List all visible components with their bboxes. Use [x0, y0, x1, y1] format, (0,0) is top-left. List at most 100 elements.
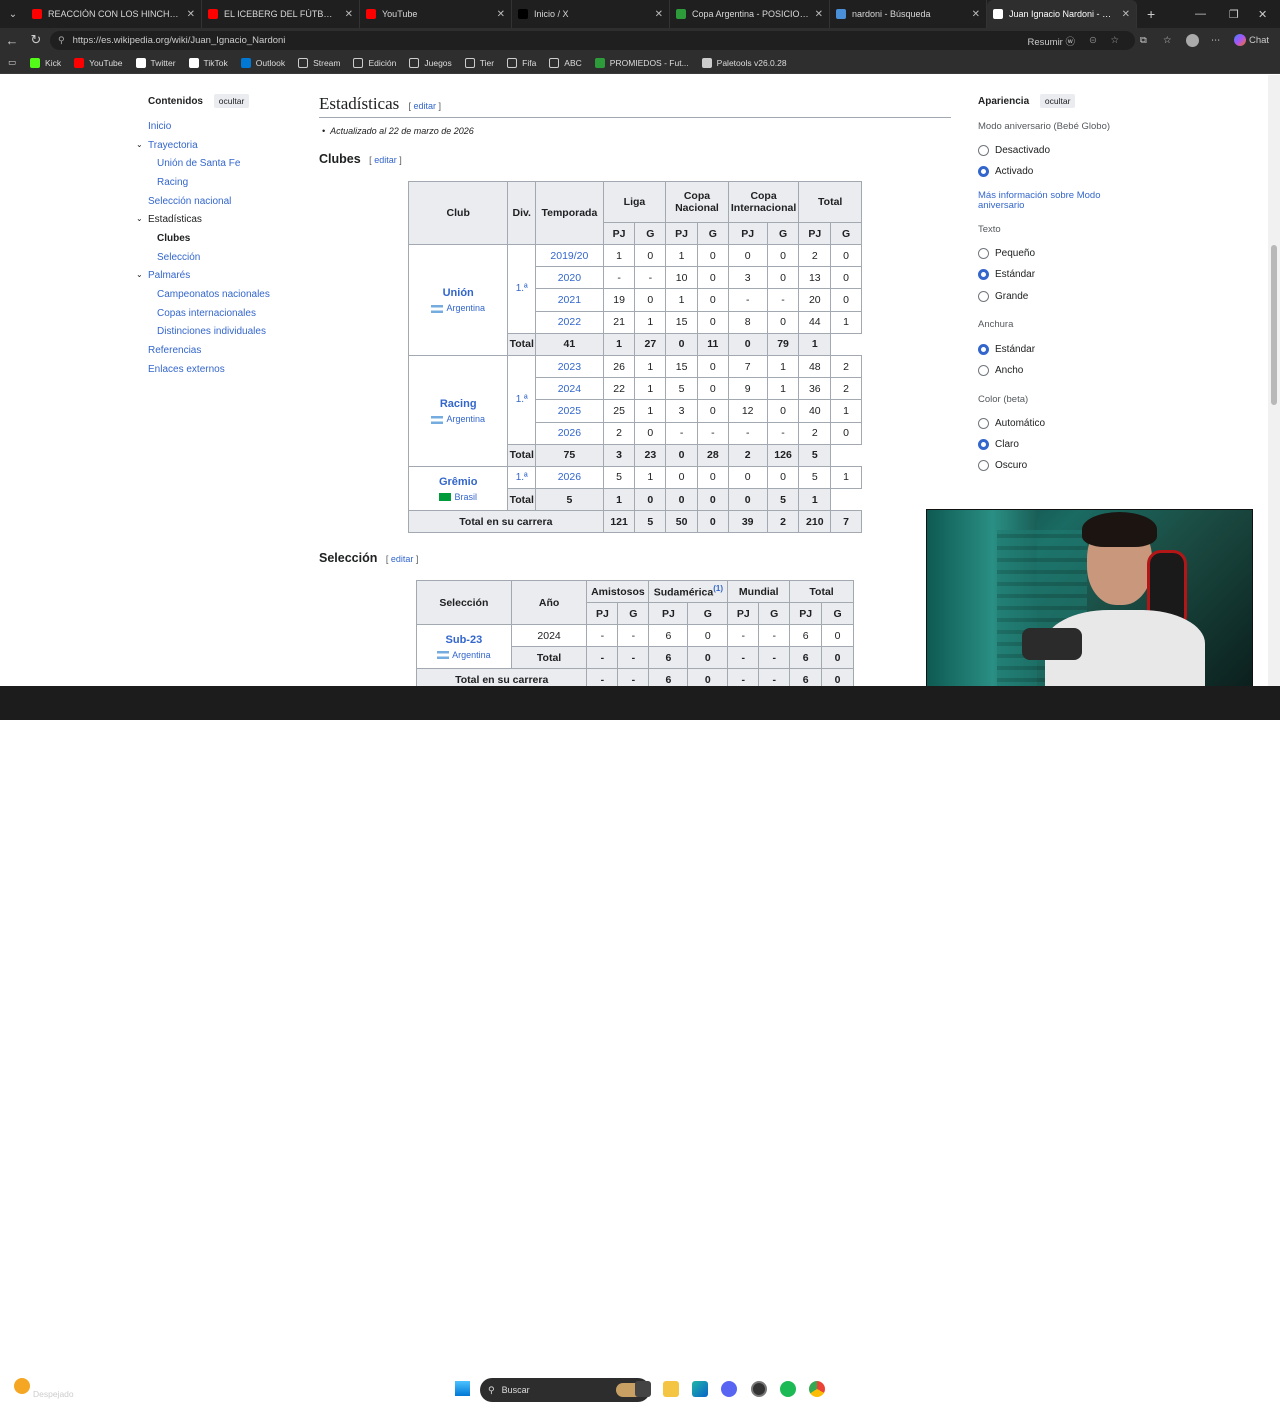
extensions-icon[interactable]: ⧉: [1140, 28, 1147, 52]
back-button[interactable]: ←: [0, 33, 24, 48]
taskbar-clock[interactable]: 23:46 30/03/2026: [1232, 1378, 1275, 1400]
bookmark-item[interactable]: Juegos: [409, 57, 452, 68]
minimize-button[interactable]: —: [1195, 0, 1206, 28]
season-link[interactable]: 2022: [535, 310, 604, 334]
chevron-down-icon[interactable]: ⌄: [136, 270, 143, 279]
club-name-link[interactable]: Racing: [409, 398, 507, 410]
spotify-icon[interactable]: [780, 1381, 796, 1397]
url-input[interactable]: ⚲ https://es.wikipedia.org/wiki/Juan_Ign…: [50, 31, 1135, 50]
bookmark-item[interactable]: Paletools v26.0.28: [701, 57, 787, 68]
bookmark-item[interactable]: Fifa: [507, 57, 536, 68]
read-aloud-icon[interactable]: ⊝: [1089, 35, 1097, 46]
season-link[interactable]: 2019/20: [535, 243, 604, 268]
bookmark-item[interactable]: YouTube: [74, 57, 123, 68]
chrome-icon[interactable]: [809, 1381, 825, 1397]
toc-item[interactable]: Palmarés: [148, 270, 190, 281]
favorite-star-icon[interactable]: ☆: [1110, 35, 1119, 46]
radio-color-dark[interactable]: Oscuro: [978, 460, 1027, 471]
tab-close-icon[interactable]: ✕: [497, 9, 505, 20]
refresh-button[interactable]: ↻: [24, 32, 48, 48]
bookmark-item[interactable]: TikTok: [188, 57, 228, 68]
radio-color-light[interactable]: Claro: [978, 439, 1019, 450]
edit-link[interactable]: editar: [414, 101, 437, 111]
toc-item[interactable]: Racing: [157, 177, 188, 188]
copilot-chat-button[interactable]: Chat: [1234, 28, 1269, 52]
club-name-link[interactable]: Grêmio: [409, 476, 507, 488]
bookmark-item[interactable]: Twitter: [135, 57, 176, 68]
bookmark-item[interactable]: Kick: [30, 57, 61, 68]
edit-link[interactable]: editar: [374, 155, 397, 165]
weather-widget[interactable]: 24°C Despejado: [33, 1378, 74, 1400]
browser-tab[interactable]: EL ICEBERG DEL FÚTBOL - YouTub ✕: [202, 0, 360, 28]
bookmark-item[interactable]: Tier: [464, 57, 494, 68]
radio-anniversary-on[interactable]: Activado: [978, 166, 1033, 177]
division-link[interactable]: 1.ª: [507, 354, 537, 445]
tab-close-icon[interactable]: ✕: [1122, 9, 1130, 20]
country-link[interactable]: Argentina: [409, 303, 507, 313]
radio-text-small[interactable]: Pequeño: [978, 248, 1035, 259]
country-link[interactable]: Brasil: [409, 492, 507, 502]
radio-width-wide[interactable]: Ancho: [978, 365, 1023, 376]
tab-close-icon[interactable]: ✕: [187, 9, 195, 20]
browser-tab[interactable]: Juan Ignacio Nardoni - Wikipedia, ✕: [987, 0, 1137, 28]
country-link[interactable]: Argentina: [409, 414, 507, 424]
toc-item[interactable]: Clubes: [157, 233, 190, 244]
task-view-icon[interactable]: [635, 1381, 651, 1397]
discord-icon[interactable]: [721, 1381, 737, 1397]
season-link[interactable]: 2020: [535, 266, 604, 290]
radio-color-auto[interactable]: Automático: [978, 418, 1045, 429]
season-link[interactable]: 2026: [535, 421, 604, 445]
file-explorer-icon[interactable]: [663, 1381, 679, 1397]
edge-icon[interactable]: [692, 1381, 708, 1397]
scrollbar-thumb[interactable]: [1271, 245, 1277, 405]
close-window-button[interactable]: ✕: [1258, 0, 1267, 28]
reference-link[interactable]: (1): [713, 584, 723, 593]
bookmark-item[interactable]: ABC: [549, 57, 582, 68]
toc-item[interactable]: Selección: [157, 252, 200, 263]
season-link[interactable]: 2024: [535, 377, 604, 401]
toc-item[interactable]: Copas internacionales: [157, 308, 256, 319]
toc-item[interactable]: Estadísticas: [148, 214, 202, 225]
bookmark-item[interactable]: Edición: [353, 57, 396, 68]
tab-close-icon[interactable]: ✕: [972, 9, 980, 20]
tab-close-icon[interactable]: ✕: [655, 9, 663, 20]
browser-tab[interactable]: YouTube ✕: [360, 0, 512, 28]
obs-icon[interactable]: [751, 1381, 767, 1397]
division-link[interactable]: 1.ª: [507, 244, 537, 334]
radio-width-standard[interactable]: Estándar: [978, 344, 1035, 355]
club-name-link[interactable]: Unión: [409, 287, 507, 299]
taskbar-search-box[interactable]: ⚲ Buscar: [480, 1378, 650, 1402]
radio-text-large[interactable]: Grande: [978, 291, 1028, 302]
tab-close-icon[interactable]: ✕: [815, 9, 823, 20]
team-name-link[interactable]: Sub-23: [417, 634, 511, 646]
country-link[interactable]: Argentina: [417, 650, 511, 660]
toc-item[interactable]: Selección nacional: [148, 196, 231, 207]
favorites-icon[interactable]: ☆: [1163, 28, 1172, 52]
chevron-down-icon[interactable]: ⌄: [136, 140, 143, 149]
tab-menu-chevron-icon[interactable]: ⌄: [0, 0, 26, 28]
toc-item[interactable]: Campeonatos nacionales: [157, 289, 270, 300]
more-menu-icon[interactable]: ⋯: [1211, 28, 1221, 52]
browser-tab[interactable]: REACCIÓN CON LOS HINCHAS / R ✕: [26, 0, 202, 28]
bookmark-item[interactable]: Stream: [298, 57, 340, 68]
browser-tab[interactable]: Copa Argentina - POSICIONES, R ✕: [670, 0, 830, 28]
bookmark-item[interactable]: Outlook: [240, 57, 285, 68]
resumir-button[interactable]: Resumir ⓦ: [1027, 34, 1075, 48]
browser-tab[interactable]: Inicio / X ✕: [512, 0, 670, 28]
radio-text-standard[interactable]: Estándar: [978, 269, 1035, 280]
toc-item[interactable]: Unión de Santa Fe: [157, 158, 240, 169]
season-link[interactable]: 2025: [535, 399, 604, 423]
division-link[interactable]: 1.ª: [507, 465, 537, 490]
windows-start-icon[interactable]: [455, 1381, 470, 1396]
toc-item[interactable]: Distinciones individuales: [157, 326, 266, 337]
chevron-down-icon[interactable]: ⌄: [136, 214, 143, 223]
new-tab-button[interactable]: +: [1147, 6, 1155, 22]
page-scrollbar[interactable]: [1268, 75, 1280, 686]
edit-link[interactable]: editar: [391, 554, 414, 564]
season-link[interactable]: 2021: [535, 288, 604, 312]
appearance-hide-button[interactable]: ocultar: [1039, 94, 1076, 108]
tab-close-icon[interactable]: ✕: [345, 9, 353, 20]
toc-item[interactable]: Inicio: [148, 121, 171, 132]
toc-item[interactable]: Referencias: [148, 345, 201, 356]
radio-anniversary-off[interactable]: Desactivado: [978, 145, 1050, 156]
